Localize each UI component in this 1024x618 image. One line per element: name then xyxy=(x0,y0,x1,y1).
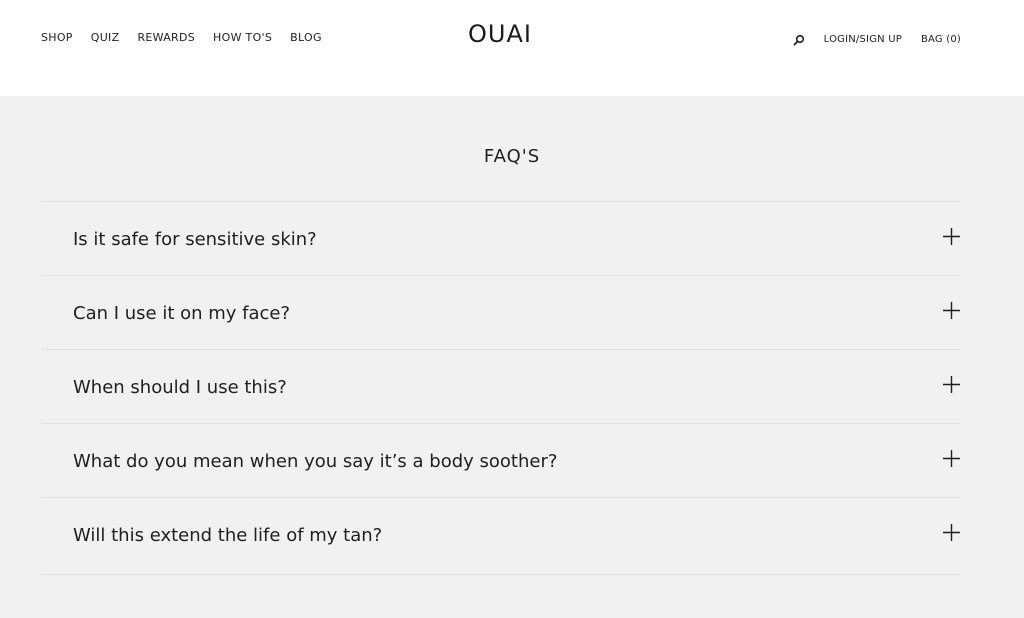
faq-question: Will this extend the life of my tan? xyxy=(73,525,383,546)
faq-item[interactable]: What do you mean when you say it’s a bod… xyxy=(41,424,960,498)
bag-link[interactable]: BAG (0) xyxy=(921,33,961,47)
login-signup-link[interactable]: LOGIN/SIGN UP xyxy=(824,33,902,47)
plus-icon[interactable] xyxy=(943,450,960,467)
faq-question: Can I use it on my face? xyxy=(73,303,291,324)
faq-title: FAQ'S xyxy=(483,146,541,167)
faq-item[interactable]: Can I use it on my face? xyxy=(41,276,960,350)
account-nav: LOGIN/SIGN UP BAG (0) xyxy=(793,33,961,47)
nav-shop[interactable]: SHOP xyxy=(41,31,73,45)
faq-question: When should I use this? xyxy=(73,377,287,398)
faq-question: What do you mean when you say it’s a bod… xyxy=(73,451,558,472)
site-header: SHOP QUIZ REWARDS HOW TO'S BLOG OUAI LOG… xyxy=(0,0,1024,96)
faq-item[interactable]: Is it safe for sensitive skin? xyxy=(41,202,960,276)
primary-nav: SHOP QUIZ REWARDS HOW TO'S BLOG xyxy=(41,31,340,45)
nav-quiz[interactable]: QUIZ xyxy=(91,31,120,45)
faq-question: Is it safe for sensitive skin? xyxy=(73,229,317,250)
plus-icon[interactable] xyxy=(943,376,960,393)
faq-item[interactable]: Will this extend the life of my tan? xyxy=(41,498,960,575)
faq-section: FAQ'S Is it safe for sensitive skin? Can… xyxy=(0,96,1024,618)
nav-how-tos[interactable]: HOW TO'S xyxy=(213,31,272,45)
nav-blog[interactable]: BLOG xyxy=(290,31,322,45)
plus-icon[interactable] xyxy=(943,302,960,319)
faq-list: Is it safe for sensitive skin? Can I use… xyxy=(41,201,960,575)
nav-rewards[interactable]: REWARDS xyxy=(137,31,195,45)
plus-icon[interactable] xyxy=(943,524,960,541)
plus-icon[interactable] xyxy=(943,228,960,245)
faq-item[interactable]: When should I use this? xyxy=(41,350,960,424)
search-icon[interactable] xyxy=(793,34,805,46)
brand-logo[interactable]: OUAI xyxy=(468,20,532,48)
